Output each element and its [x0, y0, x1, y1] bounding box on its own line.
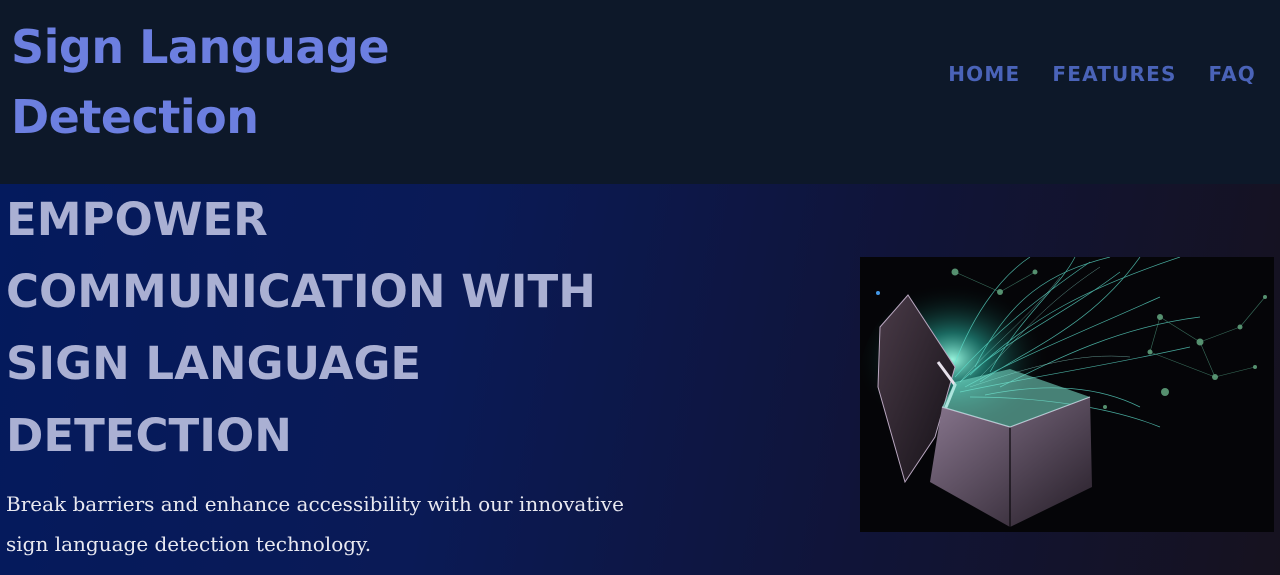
hero-section: EMPOWER COMMUNICATION WITH SIGN LANGUAGE…	[0, 184, 1280, 575]
nav-home-link[interactable]: HOME	[948, 62, 1020, 86]
hero-title: EMPOWER COMMUNICATION WITH SIGN LANGUAGE…	[6, 193, 596, 462]
hero-subtitle: Break barriers and enhance accessibility…	[6, 492, 624, 556]
brand-title[interactable]: Sign Language Detection	[11, 12, 431, 152]
glowing-box-illustration	[860, 257, 1274, 532]
site-header: Sign Language Detection HOME FEATURES FA…	[0, 0, 1280, 184]
hero-illustration	[860, 257, 1274, 532]
nav-faq-link[interactable]: FAQ	[1209, 62, 1256, 86]
main-nav: HOME FEATURES FAQ	[948, 62, 1256, 86]
nav-features-link[interactable]: FEATURES	[1052, 62, 1176, 86]
